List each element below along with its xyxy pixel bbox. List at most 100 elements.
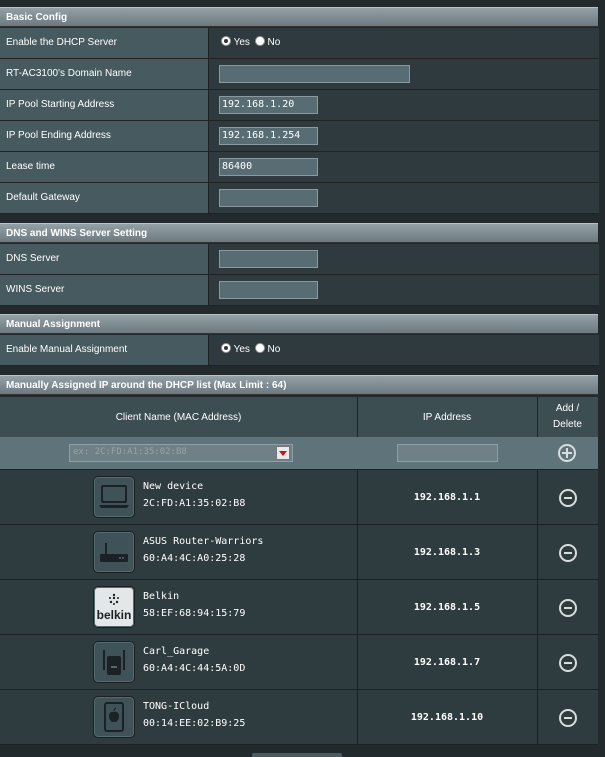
domain-name-input[interactable] [219, 65, 410, 83]
dhcp-server-radio-group: Yes No [221, 36, 280, 50]
add-header-text: Add / [555, 403, 580, 414]
mac-address-input[interactable]: ex: 2C:FD:A1:35:02:B8 [73, 447, 187, 457]
wins-server-row: WINS Server [0, 275, 599, 306]
ip-address-column-header: IP Address [357, 397, 538, 437]
dhcp-server-label: Enable the DHCP Server [6, 37, 117, 48]
client-row-3: Carl_Garage 60:A4:4C:44:5A:0D 192.168.1.… [0, 635, 598, 690]
minus-circle-icon [558, 708, 577, 727]
manual-assignment-title: Manual Assignment [6, 319, 101, 330]
client-name-cell: TONG-ICloud 00:14:EE:02:B9:25 [0, 690, 358, 745]
dns-server-label: DNS Server [6, 253, 60, 264]
delete-header-text: Delete [553, 419, 582, 430]
client-mac: 60:A4:4C:A0:25:28 [143, 553, 246, 564]
client-info: New device 2C:FD:A1:35:02:B8 [143, 478, 245, 512]
client-row-0: New device 2C:FD:A1:35:02:B8 192.168.1.1 [0, 470, 598, 525]
lease-time-label: Lease time [6, 161, 55, 172]
apple-tablet-icon [93, 696, 135, 738]
manual-assignment-header: Manual Assignment [0, 314, 598, 334]
dhcp-no-radio[interactable] [254, 36, 265, 46]
client-mac: 00:14:EE:02:B9:25 [143, 718, 246, 729]
delete-button[interactable] [537, 580, 598, 635]
client-name-cell: Carl_Garage 60:A4:4C:44:5A:0D [0, 635, 358, 690]
pool-start-row: IP Pool Starting Address 192.168.1.20 [0, 90, 599, 121]
dhcp-server-row: Enable the DHCP Server Yes No [0, 28, 599, 59]
dhcp-server-value: Yes No [208, 28, 599, 58]
client-ip: 192.168.1.7 [357, 635, 538, 690]
client-mac: 60:A4:4C:44:5A:0D [143, 663, 246, 674]
belkin-logo-text: belkin [96, 608, 132, 622]
client-row-4: TONG-ICloud 00:14:EE:02:B9:25 192.168.1.… [0, 690, 598, 745]
wins-server-cell [208, 275, 599, 305]
manual-radio-group: Yes No [221, 343, 280, 357]
client-info: TONG-ICloud 00:14:EE:02:B9:25 [143, 698, 245, 732]
dhcp-yes-label: Yes [233, 37, 250, 48]
delete-button[interactable] [537, 690, 598, 745]
client-info: ASUS Router-Warriors 60:A4:4C:A0:25:28 [143, 533, 263, 567]
client-name-column-header: Client Name (MAC Address) [0, 397, 358, 437]
domain-name-label: RT-AC3100's Domain Name [6, 68, 132, 79]
delete-button[interactable] [537, 525, 598, 580]
client-name: TONG-ICloud [143, 701, 210, 712]
delete-button[interactable] [537, 635, 598, 690]
lease-time-input[interactable]: 86400 [219, 158, 318, 176]
dns-server-input[interactable] [219, 250, 318, 268]
minus-circle-icon [558, 543, 577, 562]
dropdown-arrow-icon[interactable] [276, 446, 290, 460]
minus-circle-icon [558, 488, 577, 507]
client-ip: 192.168.1.1 [357, 470, 538, 525]
client-name: ASUS Router-Warriors [143, 536, 264, 547]
client-ip: 192.168.1.10 [357, 690, 538, 745]
default-gateway-label: Default Gateway [6, 192, 80, 203]
enable-manual-row: Enable Manual Assignment Yes No [0, 335, 599, 366]
manual-no-radio[interactable] [254, 343, 265, 353]
plus-circle-icon [558, 444, 576, 462]
client-name-cell: ASUS Router-Warriors 60:A4:4C:A0:25:28 [0, 525, 358, 580]
wins-server-input[interactable] [219, 281, 318, 299]
bottom-scroll-tab[interactable] [252, 753, 342, 757]
add-button[interactable] [558, 444, 576, 462]
dhcp-list-column-header: Client Name (MAC Address) IP Address Add… [0, 397, 598, 437]
add-client-row: ex: 2C:FD:A1:35:02:B8 [0, 437, 598, 470]
dns-server-cell [208, 244, 599, 274]
dns-wins-header: DNS and WINS Server Setting [0, 223, 598, 243]
manual-no-label: No [267, 344, 281, 355]
client-row-1: ASUS Router-Warriors 60:A4:4C:A0:25:28 1… [0, 525, 598, 580]
dhcp-list-header: Manually Assigned IP around the DHCP lis… [0, 375, 598, 395]
laptop-icon [93, 476, 135, 518]
basic-config-title: Basic Config [6, 12, 68, 23]
default-gateway-input[interactable] [219, 189, 318, 207]
wins-server-label: WINS Server [6, 284, 65, 295]
minus-circle-icon [558, 653, 577, 672]
pool-start-cell: 192.168.1.20 [208, 90, 599, 120]
client-name: Carl_Garage [143, 646, 210, 657]
domain-name-cell [208, 59, 599, 89]
lease-time-cell: 86400 [208, 152, 599, 182]
client-info: Carl_Garage 60:A4:4C:44:5A:0D [143, 643, 245, 677]
dhcp-yes-radio[interactable] [221, 36, 231, 46]
manual-yes-radio[interactable] [221, 343, 231, 353]
dhcp-no-label: No [267, 37, 281, 48]
pool-start-label: IP Pool Starting Address [6, 99, 115, 110]
pool-end-input[interactable]: 192.168.1.254 [219, 127, 318, 145]
pool-start-input[interactable]: 192.168.1.20 [219, 96, 318, 114]
client-mac: 2C:FD:A1:35:02:B8 [143, 498, 246, 509]
range-extender-icon [93, 641, 135, 683]
client-info: Belkin 58:EF:68:94:15:79 [143, 588, 245, 622]
manual-yes-label: Yes [233, 344, 250, 355]
delete-button[interactable] [537, 470, 598, 525]
minus-circle-icon [558, 598, 577, 617]
ip-address-input[interactable] [397, 444, 498, 462]
client-name: Belkin [143, 591, 180, 602]
dns-wins-title: DNS and WINS Server Setting [6, 228, 148, 239]
lease-time-row: Lease time 86400 [0, 152, 599, 183]
client-ip: 192.168.1.5 [357, 580, 538, 635]
basic-config-header: Basic Config [0, 7, 598, 27]
pool-end-row: IP Pool Ending Address 192.168.1.254 [0, 121, 599, 152]
router-icon [93, 531, 135, 573]
add-delete-column-header: Add / Delete [537, 397, 598, 437]
dns-server-row: DNS Server [0, 244, 599, 275]
client-name: New device [143, 481, 204, 492]
client-mac: 58:EF:68:94:15:79 [143, 608, 246, 619]
mac-address-combobox[interactable]: ex: 2C:FD:A1:35:02:B8 [69, 444, 293, 462]
default-gateway-row: Default Gateway [0, 183, 599, 214]
